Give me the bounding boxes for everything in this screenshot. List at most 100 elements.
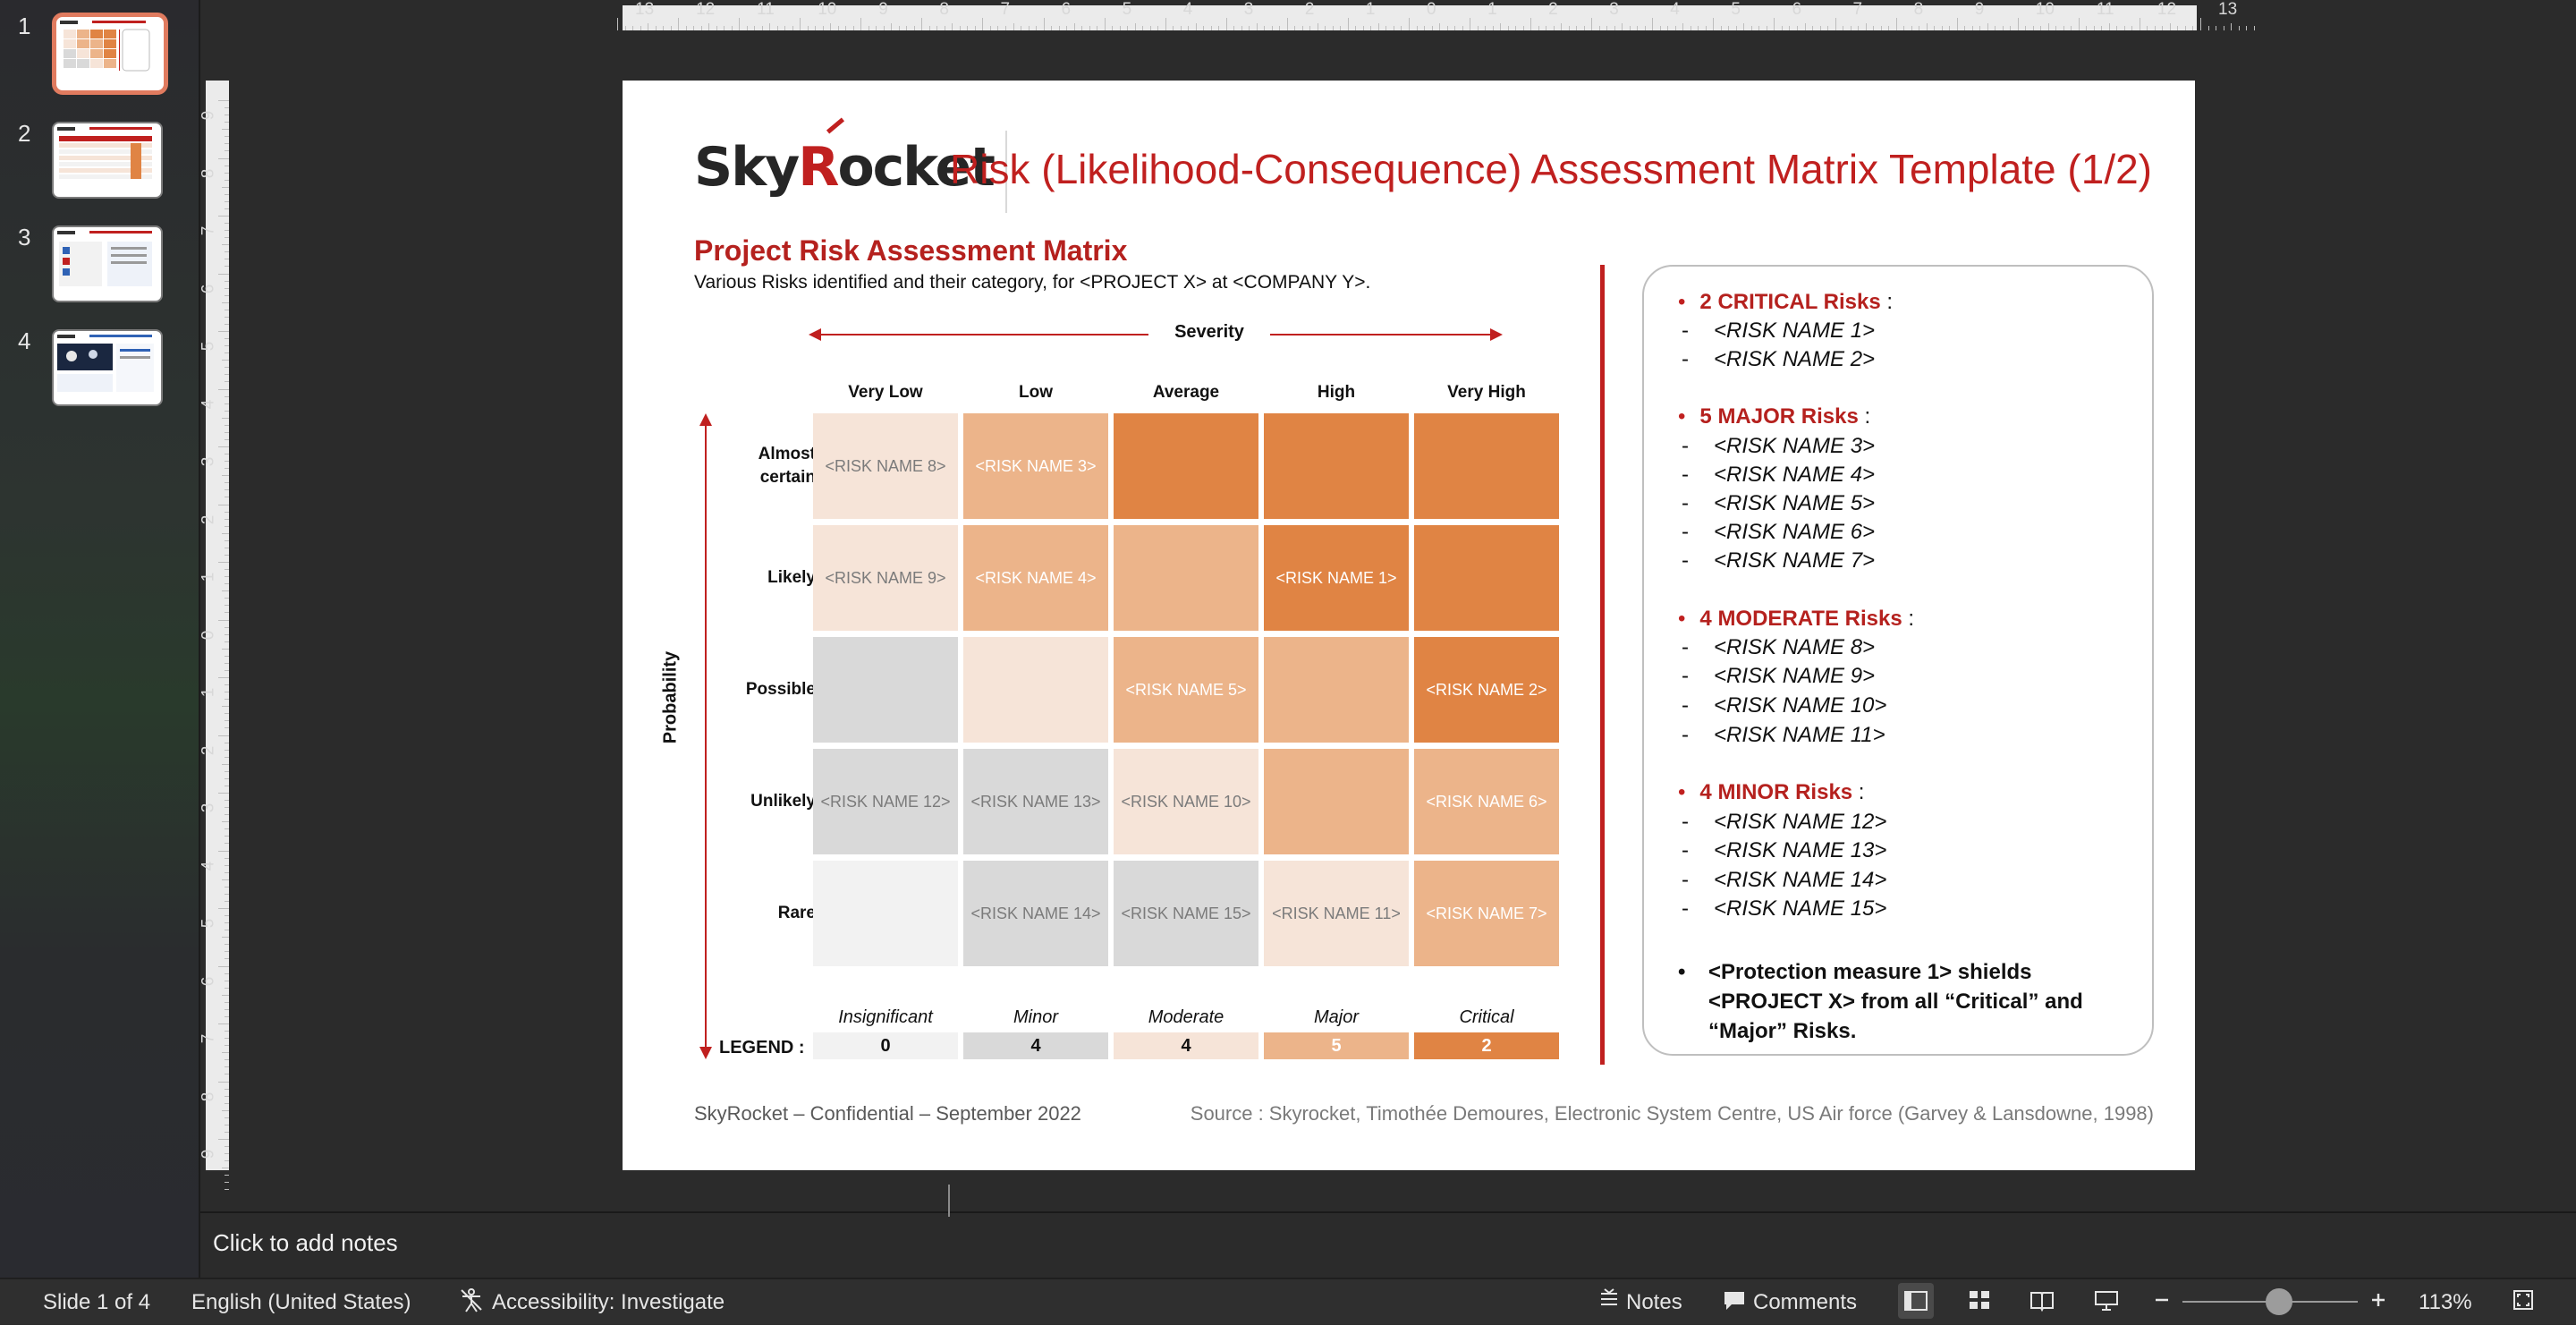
matrix-cell[interactable]: <RISK NAME 12> — [813, 749, 958, 854]
matrix-cell[interactable] — [813, 861, 958, 966]
summary-risk-item: - <RISK NAME 15> — [1682, 896, 1887, 921]
matrix-cell[interactable] — [813, 637, 958, 743]
matrix-description[interactable]: Various Risks identified and their categ… — [694, 272, 1370, 293]
language-indicator[interactable]: English (United States) — [191, 1290, 411, 1315]
ruler-tick — [2200, 18, 2201, 30]
severity-arrow-right — [1490, 328, 1503, 341]
slide-thumbnail-3[interactable]: 3 — [0, 224, 199, 322]
ruler-tick — [1698, 26, 1699, 30]
ruler-tick — [1522, 26, 1524, 30]
ruler-tick — [225, 1008, 229, 1010]
comments-button[interactable]: Comments — [1753, 1290, 1857, 1315]
matrix-cell[interactable]: <RISK NAME 14> — [963, 861, 1108, 966]
pane-resize-handle[interactable] — [948, 1185, 950, 1217]
matrix-cell[interactable]: <RISK NAME 9> — [813, 525, 958, 631]
zoom-in-icon[interactable] — [2365, 1287, 2392, 1313]
matrix-cell[interactable] — [1264, 413, 1409, 519]
ruler-tick — [1941, 26, 1943, 30]
fit-to-window-icon[interactable] — [2510, 1287, 2537, 1313]
matrix-cell[interactable]: <RISK NAME 11> — [1264, 861, 1409, 966]
slide-thumbnail-preview[interactable] — [52, 225, 163, 302]
comments-icon[interactable] — [1721, 1287, 1748, 1313]
ruler-tick — [225, 598, 229, 599]
accessibility-icon[interactable] — [458, 1287, 485, 1313]
matrix-cell[interactable]: <RISK NAME 8> — [813, 413, 958, 519]
ruler-tick — [1188, 26, 1190, 30]
slide-title[interactable]: Risk (Likelihood-Consequence) Assessment… — [950, 145, 2152, 193]
source-note[interactable]: Source : Skyrocket, Timothée Demoures, E… — [1191, 1102, 2154, 1125]
ruler-tick — [222, 186, 229, 188]
legend-count-box[interactable]: 0 — [813, 1032, 958, 1059]
matrix-cell[interactable]: <RISK NAME 6> — [1414, 749, 1559, 854]
notes-placeholder[interactable]: Click to add notes — [213, 1229, 398, 1257]
ruler-label: 1 — [199, 572, 218, 582]
matrix-cell[interactable]: <RISK NAME 13> — [963, 749, 1108, 854]
ruler-tick — [225, 461, 229, 462]
matrix-cell[interactable] — [963, 637, 1108, 743]
legend-count-box[interactable]: 4 — [1114, 1032, 1258, 1059]
reading-view-icon[interactable] — [2029, 1287, 2055, 1313]
matrix-cell[interactable]: <RISK NAME 2> — [1414, 637, 1559, 743]
ruler-label: 8 — [199, 168, 218, 178]
legend-count-box[interactable]: 5 — [1264, 1032, 1409, 1059]
matrix-cell[interactable]: <RISK NAME 4> — [963, 525, 1108, 631]
ruler-tick — [1013, 23, 1014, 30]
matrix-cell[interactable] — [1264, 749, 1409, 854]
accessibility-status[interactable]: Accessibility: Investigate — [492, 1290, 724, 1315]
slide-thumbnail-preview[interactable] — [52, 122, 163, 199]
zoom-level[interactable]: 113% — [2419, 1290, 2472, 1315]
matrix-cell[interactable]: <RISK NAME 7> — [1414, 861, 1559, 966]
ruler-label: 8 — [1913, 0, 1924, 19]
ruler-label: 2 — [199, 514, 218, 524]
slide-show-icon[interactable] — [2093, 1287, 2120, 1313]
summary-risk-item: - <RISK NAME 13> — [1682, 838, 1887, 862]
slide-footer[interactable]: SkyRocket – Confidential – September 202… — [694, 1102, 1081, 1125]
matrix-cell[interactable] — [1114, 413, 1258, 519]
ruler-tick — [1591, 18, 1593, 30]
ruler-label: 5 — [1122, 0, 1132, 19]
ruler-tick — [218, 619, 229, 621]
normal-view-button[interactable] — [1898, 1283, 1934, 1319]
ruler-tick — [1979, 26, 1981, 30]
matrix-cell[interactable] — [1114, 525, 1258, 631]
ruler-tick — [225, 1095, 229, 1097]
ruler-tick — [218, 100, 229, 101]
matrix-cell[interactable] — [1414, 525, 1559, 631]
matrix-heading[interactable]: Project Risk Assessment Matrix — [694, 234, 1127, 268]
ruler-tick — [222, 475, 229, 476]
slide-thumbnail-4[interactable]: 4 — [0, 327, 199, 426]
ruler-label: 13 — [635, 0, 655, 19]
legend-count-box[interactable]: 4 — [963, 1032, 1108, 1059]
ruler-tick — [1081, 26, 1083, 30]
ruler-tick — [1203, 26, 1205, 30]
matrix-cell[interactable]: <RISK NAME 5> — [1114, 637, 1258, 743]
legend-count-box[interactable]: 2 — [1414, 1032, 1559, 1059]
matrix-cell[interactable] — [1414, 413, 1559, 519]
zoom-slider-thumb[interactable] — [2265, 1288, 2292, 1315]
ruler-tick — [225, 807, 229, 808]
matrix-cell[interactable]: <RISK NAME 3> — [963, 413, 1108, 519]
slide-canvas[interactable]: SkyRocket Risk (Likelihood-Consequence) … — [623, 81, 2195, 1170]
slide-thumbnail-preview[interactable] — [52, 13, 168, 95]
ruler-tick — [1058, 26, 1060, 30]
matrix-cell[interactable]: <RISK NAME 15> — [1114, 861, 1258, 966]
ruler-tick — [225, 987, 229, 989]
ruler-tick — [225, 569, 229, 570]
row-header: Unlikely — [750, 792, 816, 811]
risk-summary-box[interactable] — [1642, 265, 2154, 1056]
slide-thumbnail-1[interactable]: 1 — [0, 13, 199, 111]
ruler-tick — [225, 179, 229, 181]
notes-button[interactable]: Notes — [1626, 1290, 1682, 1315]
zoom-out-icon[interactable] — [2148, 1287, 2175, 1313]
slide-thumbnail-2[interactable]: 2 — [0, 120, 199, 218]
slide-sorter-icon[interactable] — [1966, 1287, 1993, 1313]
notes-icon[interactable] — [1596, 1287, 1623, 1313]
matrix-cell[interactable]: <RISK NAME 10> — [1114, 749, 1258, 854]
ruler-tick — [222, 1052, 229, 1053]
ruler-label: 2 — [199, 745, 218, 755]
slide-thumbnail-preview[interactable] — [52, 329, 163, 406]
ruler-tick — [225, 828, 229, 829]
matrix-cell[interactable] — [1264, 637, 1409, 743]
notes-pane[interactable]: Click to add notes — [200, 1185, 2576, 1279]
matrix-cell[interactable]: <RISK NAME 1> — [1264, 525, 1409, 631]
